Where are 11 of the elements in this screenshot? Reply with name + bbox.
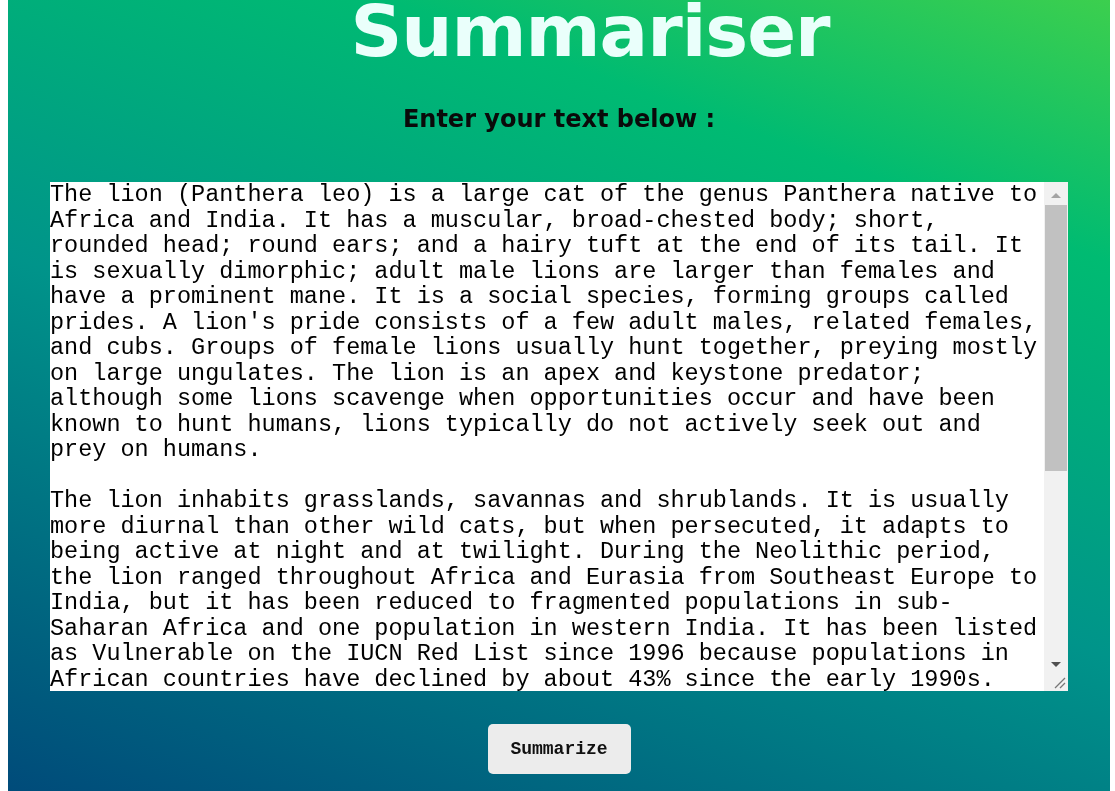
scrollbar-thumb[interactable]: [1045, 205, 1067, 471]
scroll-down-icon[interactable]: [1050, 661, 1062, 669]
paragraph-text: The lion inhabits grasslands, savannas and shrublands. It is usually more diurnal than other wild cats, but when persecuted, it adapts to being active at night and at twilight. During the Neolithic period, the lion ranged throughout Africa and Eurasia from Southeast Europe to India, but it has been reduced to fragmented populations in sub-Saharan Africa and one population in western India. It has been listed as Vulnerable on the IUCN Red List since 1996 because populations in African countries have declined by about 43% since the early 1990s.: [50, 488, 1039, 691]
scroll-up-icon[interactable]: [1050, 191, 1062, 199]
paragraph-text: The lion (Panthera leo) is a large cat of the genus Panthera native to Africa and India. It has a muscular, broad-chested body; short, rounded head; round ears; and a hairy tuft at the end of its tail. It is sexually dimorphic; adult male lions are larger than females and have a prominent mane. It is a social species, forming groups called prides. A lion's pride consists of a few adult males, related females, and cubs. Groups of female lions usually hunt together, preying mostly on large ungulates. The lion is an apex and keystone predator; although some lions scavenge when opportunities occur and have been known to hunt humans, lions typically do not actively seek out and prey on humans.: [50, 182, 1039, 463]
summarize-button[interactable]: Summarize: [487, 724, 631, 774]
scrollbar[interactable]: [1044, 182, 1068, 691]
text-input-field[interactable]: [50, 182, 1068, 691]
prompt-heading: Enter your text below :: [402, 104, 716, 134]
resize-grip-icon[interactable]: [1052, 675, 1066, 689]
app-title: Summariser: [350, 0, 830, 74]
